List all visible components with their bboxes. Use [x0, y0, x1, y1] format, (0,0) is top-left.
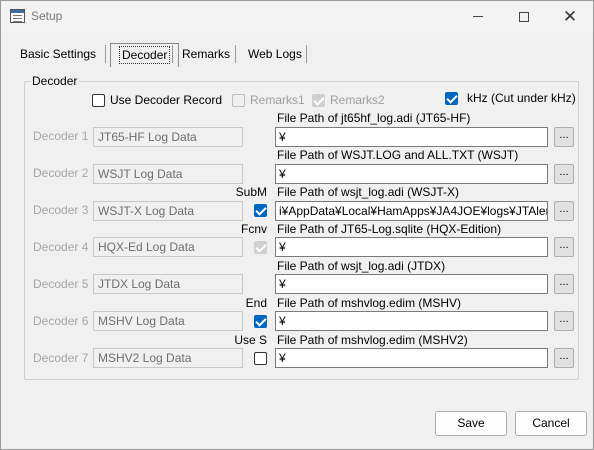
- use-decoder-record-label: Use Decoder Record: [110, 93, 223, 107]
- remarks2-label: Remarks2: [330, 93, 385, 107]
- remarks1-checkbox[interactable]: [232, 94, 245, 107]
- decoder-1-label: Decoder 1: [33, 129, 89, 143]
- decoder-5-label: Decoder 5: [33, 277, 89, 291]
- decoder-7-browse-button[interactable]: ...: [554, 348, 574, 368]
- khz-checkbox[interactable]: [445, 92, 458, 105]
- decoder-4-fcnv-checkbox[interactable]: [254, 241, 267, 254]
- decoder-7-name-field[interactable]: MSHV2 Log Data: [93, 348, 243, 368]
- decoder-3-browse-button[interactable]: ...: [554, 201, 574, 221]
- decoder-2-browse-button[interactable]: ...: [554, 164, 574, 184]
- tab-bar: Basic Settings Decoder Remarks Web Logs: [12, 41, 584, 67]
- minimize-button[interactable]: [455, 1, 501, 32]
- use-decoder-record-checkbox[interactable]: [92, 94, 105, 107]
- decoder-1-name-field[interactable]: JT65-HF Log Data: [93, 127, 243, 147]
- path-caption-decoder-7: File Path of mshvlog.edim (MSHV2): [277, 333, 468, 347]
- decoder-4-side-label: Fcnv: [240, 222, 267, 236]
- remarks2-checkbox[interactable]: [312, 94, 325, 107]
- maximize-button[interactable]: [501, 1, 547, 32]
- decoder-3-name-field[interactable]: WSJT-X Log Data: [93, 201, 243, 221]
- decoder-4-browse-button[interactable]: ...: [554, 237, 574, 257]
- maximize-icon: [519, 11, 529, 22]
- decoder-6-end-checkbox[interactable]: [254, 315, 267, 328]
- tab-remarks[interactable]: Remarks: [174, 43, 238, 67]
- app-settings-icon: [10, 9, 25, 23]
- tab-basic-settings[interactable]: Basic Settings: [12, 43, 104, 67]
- tab-label: Remarks: [182, 47, 231, 61]
- decoder-3-subm-checkbox[interactable]: [254, 204, 267, 217]
- decoder-2-path-input[interactable]: ¥: [275, 164, 548, 184]
- cancel-button[interactable]: Cancel: [515, 411, 587, 436]
- decoder-group-legend: Decoder: [30, 74, 80, 88]
- path-caption-decoder-1: File Path of jt65hf_log.adi (JT65-HF): [277, 111, 471, 125]
- close-button[interactable]: ✕: [547, 1, 593, 32]
- decoder-5-browse-button[interactable]: ...: [554, 274, 574, 294]
- tab-separator: [172, 45, 173, 63]
- path-caption-decoder-4: File Path of JT65-Log.sqlite (HQX-Editio…: [277, 222, 502, 236]
- decoder-6-label: Decoder 6: [33, 314, 89, 328]
- decoder-7-use-s-checkbox[interactable]: [254, 352, 267, 365]
- decoder-2-label: Decoder 2: [33, 166, 89, 180]
- decoder-3-label: Decoder 3: [33, 203, 89, 217]
- window-title: Setup: [31, 9, 63, 23]
- tab-separator: [105, 45, 106, 63]
- path-caption-decoder-2: File Path of WSJT.LOG and ALL.TXT (WSJT): [277, 148, 519, 162]
- decoder-5-path-input[interactable]: ¥: [275, 274, 548, 294]
- tab-web-logs[interactable]: Web Logs: [240, 43, 310, 67]
- title-bar: Setup ✕: [1, 1, 593, 32]
- decoder-2-name-field[interactable]: WSJT Log Data: [93, 164, 243, 184]
- decoder-7-label: Decoder 7: [33, 351, 89, 365]
- decoder-6-path-input[interactable]: ¥: [275, 311, 548, 331]
- decoder-7-side-label: Use S: [234, 333, 267, 347]
- decoder-4-label: Decoder 4: [33, 240, 89, 254]
- close-icon: ✕: [562, 6, 578, 27]
- tab-label: Decoder: [119, 46, 171, 64]
- decoder-6-browse-button[interactable]: ...: [554, 311, 574, 331]
- tab-separator: [306, 45, 307, 63]
- tab-decoder[interactable]: Decoder: [110, 43, 180, 67]
- decoder-6-name-field[interactable]: MSHV Log Data: [93, 311, 243, 331]
- decoder-1-path-input[interactable]: ¥: [275, 127, 548, 147]
- decoder-6-side-label: End: [245, 296, 267, 310]
- path-caption-decoder-3: File Path of wsjt_log.adi (WSJT-X): [277, 185, 460, 199]
- remarks1-label: Remarks1: [250, 93, 305, 107]
- decoder-3-path-input[interactable]: i¥AppData¥Local¥HamApps¥JA4JOE¥logs¥JTAl…: [275, 201, 548, 221]
- decoder-3-side-label: SubM: [235, 185, 267, 199]
- tab-separator: [235, 45, 236, 63]
- save-button[interactable]: Save: [435, 411, 507, 436]
- path-caption-decoder-6: File Path of mshvlog.edim (MSHV): [277, 296, 462, 310]
- decoder-4-path-input[interactable]: ¥: [275, 237, 548, 257]
- tab-label: Web Logs: [248, 47, 302, 61]
- minimize-icon: [473, 16, 483, 17]
- tab-label: Basic Settings: [20, 47, 97, 61]
- decoder-4-name-field[interactable]: HQX-Ed Log Data: [93, 237, 243, 257]
- path-caption-decoder-5: File Path of wsjt_log.adi (JTDX): [277, 259, 446, 273]
- khz-label: kHz (Cut under kHz): [467, 91, 576, 105]
- setup-window: Setup ✕ Basic Settings Decoder Remarks W…: [0, 0, 594, 450]
- decoder-1-browse-button[interactable]: ...: [554, 127, 574, 147]
- decoder-5-name-field[interactable]: JTDX Log Data: [93, 274, 243, 294]
- decoder-7-path-input[interactable]: ¥: [275, 348, 548, 368]
